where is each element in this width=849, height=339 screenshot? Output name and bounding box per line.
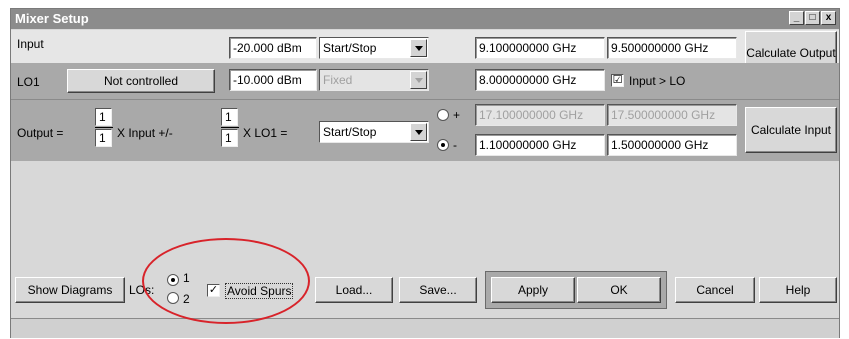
plus-start-field: 17.100000000 GHz: [475, 104, 605, 126]
lo-numerator-field[interactable]: 1: [221, 108, 238, 126]
minimize-icon[interactable]: _: [789, 11, 804, 25]
lo1-mode-value: Fixed: [323, 73, 353, 87]
ok-button[interactable]: OK: [577, 277, 661, 303]
minus-radio[interactable]: [437, 139, 449, 151]
lo-denominator-field[interactable]: 1: [221, 129, 238, 147]
plus-stop-field: 17.500000000 GHz: [607, 104, 737, 126]
avoid-spurs-checkbox[interactable]: ✓: [207, 284, 220, 297]
plus-sign-label: +: [453, 108, 461, 122]
input-denominator-field[interactable]: 1: [95, 129, 112, 147]
minus-start-field[interactable]: 1.100000000 GHz: [475, 134, 605, 156]
output-mode-select[interactable]: Start/Stop: [319, 121, 429, 143]
lo1-power-field[interactable]: -10.000 dBm: [229, 69, 317, 91]
apply-button[interactable]: Apply: [491, 277, 575, 303]
cancel-button[interactable]: Cancel: [675, 277, 755, 303]
lo-count-1-radio[interactable]: [167, 274, 179, 286]
input-mode-select[interactable]: Start/Stop: [319, 37, 429, 59]
lo-count-2-label: 2: [183, 292, 190, 306]
input-gt-lo-checkbox[interactable]: ☑: [611, 74, 624, 87]
close-icon[interactable]: x: [821, 11, 836, 25]
fraction-bar: [221, 127, 239, 128]
mixer-setup-window: Mixer Setup _ □ x Input -20.000 dBm Star…: [10, 8, 840, 338]
lo1-freq-field[interactable]: 8.000000000 GHz: [475, 69, 605, 91]
input-gt-lo-label: Input > LO: [629, 74, 686, 88]
input-start-field[interactable]: 9.100000000 GHz: [475, 37, 605, 59]
input-label: Input: [17, 37, 44, 51]
lo-count-2-radio[interactable]: [167, 292, 179, 304]
save-button[interactable]: Save...: [399, 277, 477, 303]
lo-count-1-label: 1: [183, 271, 190, 285]
minus-stop-field[interactable]: 1.500000000 GHz: [607, 134, 737, 156]
window-title: Mixer Setup: [15, 11, 89, 26]
input-stop-field[interactable]: 9.500000000 GHz: [607, 37, 737, 59]
minus-sign-label: -: [453, 138, 457, 152]
x-lo1-label: X LO1 =: [243, 126, 288, 140]
fraction-bar: [95, 127, 113, 128]
chevron-down-icon[interactable]: [410, 123, 427, 141]
show-diagrams-button[interactable]: Show Diagrams: [15, 277, 125, 303]
input-power-field[interactable]: -20.000 dBm: [229, 37, 317, 59]
chevron-down-icon[interactable]: [410, 39, 427, 57]
input-numerator-field[interactable]: 1: [95, 108, 112, 126]
lo1-mode-select: Fixed: [319, 69, 429, 91]
lo1-control-button[interactable]: Not controlled: [67, 69, 215, 93]
calculate-input-button[interactable]: Calculate Input: [745, 107, 837, 153]
status-bar: [11, 318, 839, 338]
input-mode-value: Start/Stop: [323, 41, 377, 55]
x-input-label: X Input +/-: [117, 126, 173, 140]
load-button[interactable]: Load...: [315, 277, 393, 303]
help-button[interactable]: Help: [759, 277, 837, 303]
output-equals-label: Output =: [17, 126, 64, 140]
avoid-spurs-label: Avoid Spurs: [225, 283, 294, 299]
los-label: LOs:: [129, 283, 155, 297]
lo1-label: LO1: [17, 75, 40, 89]
chevron-down-icon: [410, 71, 427, 89]
output-mode-value: Start/Stop: [323, 125, 377, 139]
title-bar[interactable]: Mixer Setup _ □ x: [11, 9, 839, 29]
maximize-icon[interactable]: □: [805, 11, 820, 25]
plus-radio[interactable]: [437, 109, 449, 121]
